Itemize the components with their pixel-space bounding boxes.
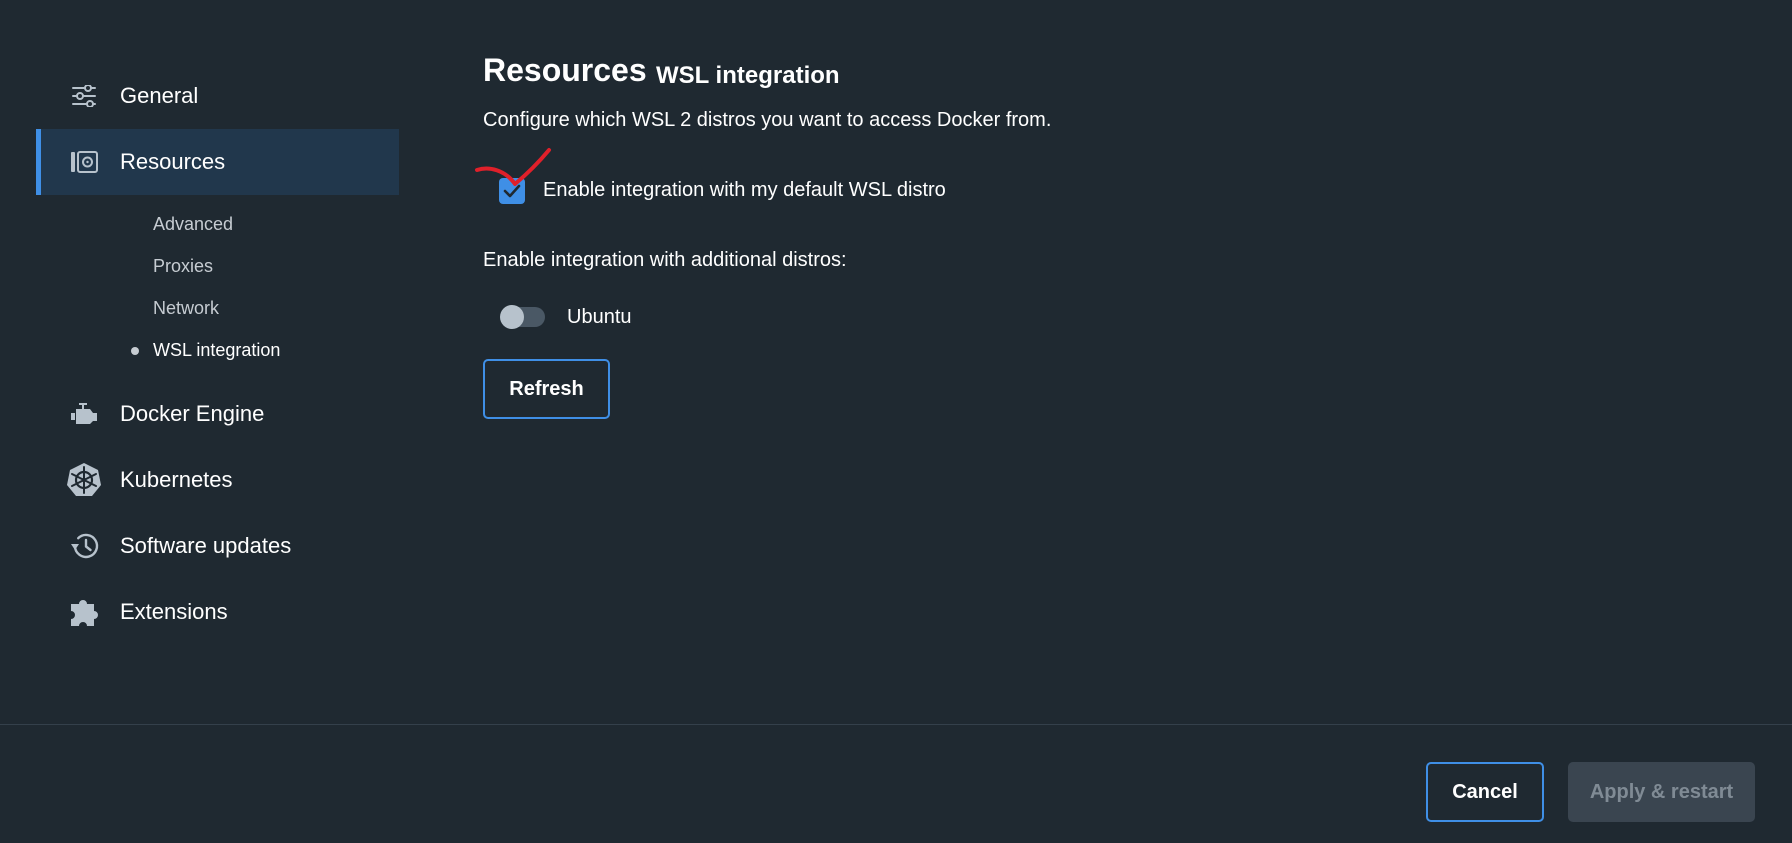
sidebar-item-software-updates[interactable]: Software updates — [36, 513, 399, 579]
sidebar-subitem-advanced[interactable]: Advanced — [153, 214, 233, 235]
settings-footer: Cancel Apply & restart — [0, 724, 1792, 843]
wsl-integration-panel: Resources WSL integration Configure whic… — [475, 0, 1783, 724]
default-distro-checkbox[interactable] — [499, 178, 525, 204]
sidebar-item-label: Extensions — [120, 599, 228, 624]
distro-toggle-row: Ubuntu — [483, 298, 783, 338]
history-icon — [66, 528, 102, 564]
current-page-dot — [131, 347, 139, 355]
page-description: Configure which WSL 2 distros you want t… — [483, 109, 1052, 131]
sidebar-item-docker-engine[interactable]: Docker Engine — [36, 381, 399, 447]
page-subtitle: WSL integration — [656, 62, 840, 89]
sidebar-item-label: Resources — [120, 149, 226, 174]
engine-icon — [66, 396, 102, 432]
refresh-button[interactable]: Refresh — [483, 359, 610, 419]
ubuntu-toggle[interactable] — [500, 305, 545, 329]
sidebar-item-label: Software updates — [120, 533, 292, 558]
cancel-button[interactable]: Cancel — [1426, 762, 1544, 822]
settings-window: General Resources Advanced Proxies Netwo… — [0, 0, 1792, 843]
kubernetes-icon — [66, 462, 102, 498]
apply-restart-button[interactable]: Apply & restart — [1568, 762, 1755, 822]
default-distro-label: Enable integration with my default WSL d… — [543, 179, 946, 201]
toggle-knob — [500, 305, 524, 329]
sidebar-item-extensions[interactable]: Extensions — [36, 579, 399, 645]
resources-icon — [66, 144, 102, 180]
sidebar-item-kubernetes[interactable]: Kubernetes — [36, 447, 399, 513]
sidebar-item-resources[interactable]: Resources — [36, 129, 399, 195]
sidebar-subitem-network[interactable]: Network — [153, 298, 219, 319]
sliders-icon — [66, 78, 102, 114]
puzzle-icon — [66, 594, 102, 630]
sidebar-item-label: General — [120, 83, 199, 108]
sidebar-item-label: Docker Engine — [120, 401, 265, 426]
page-title: Resources — [483, 52, 647, 88]
sidebar-item-label: Kubernetes — [120, 467, 233, 492]
settings-sidebar: General Resources Advanced Proxies Netwo… — [0, 0, 400, 724]
sidebar-item-general[interactable]: General — [36, 63, 399, 129]
additional-distros-label: Enable integration with additional distr… — [483, 249, 847, 271]
sidebar-subitem-wsl-integration[interactable]: WSL integration — [153, 340, 280, 361]
ubuntu-label: Ubuntu — [567, 306, 632, 328]
default-distro-option[interactable]: Enable integration with my default WSL d… — [475, 148, 1083, 216]
sidebar-subitem-proxies[interactable]: Proxies — [153, 256, 213, 277]
